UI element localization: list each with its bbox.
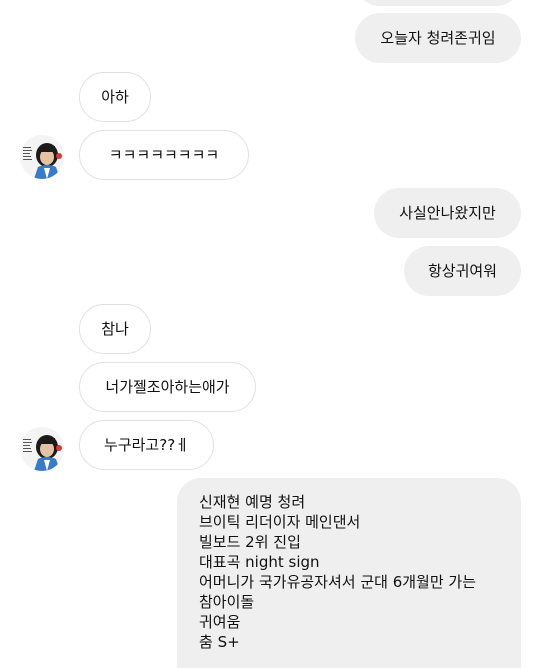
message-incoming[interactable]: 너가젤조아하는애가 — [79, 362, 256, 412]
message-incoming[interactable]: 참나 — [79, 304, 151, 354]
message-text: 아하 — [101, 88, 129, 106]
message-line: 브이틱 리더이자 메인댄서 — [199, 513, 361, 531]
message-outgoing-partial[interactable] — [355, 0, 521, 6]
message-outgoing[interactable]: 항상귀여워 — [404, 246, 521, 296]
message-incoming[interactable]: 아하 — [79, 72, 151, 122]
message-text: 너가젤조아하는애가 — [105, 378, 230, 396]
profile-avatar-icon — [20, 427, 64, 471]
profile-avatar-icon — [20, 135, 64, 179]
message-line: 대표곡 night sign — [199, 553, 320, 571]
message-line: 참아이돌 — [199, 593, 255, 611]
message-outgoing-long[interactable]: 신재현 예명 청려 브이틱 리더이자 메인댄서 빌보드 2위 진입 대표곡 ni… — [177, 478, 521, 668]
message-text: 사실안나왔지만 — [399, 204, 496, 222]
message-outgoing[interactable]: 사실안나왔지만 — [374, 188, 521, 238]
message-incoming[interactable]: 누구라고??ㅔ — [79, 420, 214, 470]
message-text: 참나 — [101, 320, 129, 338]
message-line: 어머니가 국가유공자셔서 군대 6개월만 가는 — [199, 573, 477, 591]
message-line: 신재현 예명 청려 — [199, 493, 306, 511]
message-line: 귀여움 — [199, 613, 241, 631]
message-text: 누구라고??ㅔ — [104, 436, 189, 454]
avatar[interactable] — [20, 135, 64, 179]
avatar[interactable] — [20, 427, 64, 471]
message-text: ㅋㅋㅋㅋㅋㅋㅋㅋ — [108, 146, 220, 164]
message-line: 춤 S+ — [199, 633, 240, 651]
message-outgoing[interactable]: 오늘자 청려존귀임 — [355, 13, 521, 63]
message-text: 항상귀여워 — [427, 262, 497, 280]
message-incoming[interactable]: ㅋㅋㅋㅋㅋㅋㅋㅋ — [79, 130, 249, 180]
message-line: 빌보드 2위 진입 — [199, 533, 301, 551]
message-text: 오늘자 청려존귀임 — [380, 29, 496, 47]
